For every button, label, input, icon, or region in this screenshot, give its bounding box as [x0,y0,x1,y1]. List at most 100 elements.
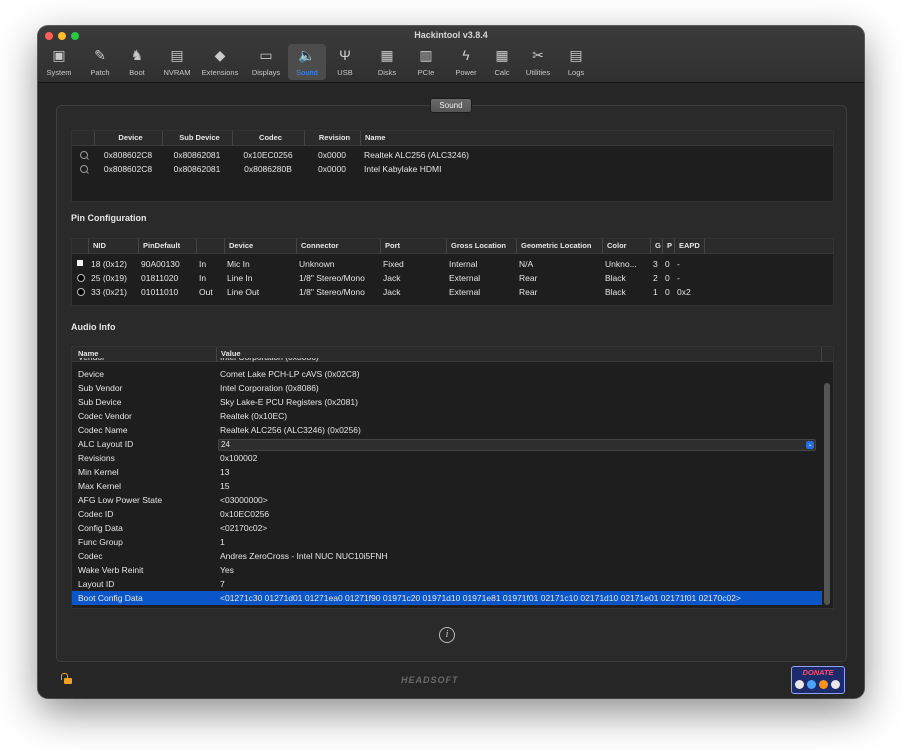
pin-cell: Unknown [299,259,335,269]
pin-header-connector[interactable]: Connector [296,239,380,253]
audio-row[interactable]: Codec Vendor Realtek (0x10EC) [72,409,822,423]
toolbar-item-extensions[interactable]: ◆ Extensions [196,44,244,80]
pin-cell: 1/8" Stereo/Mono [299,287,365,297]
audio-value-cell: Sky Lake-E PCU Registers (0x2081) [220,397,358,407]
audio-value-cell: 1 [220,537,225,547]
pin-row[interactable]: 33 (0x21) 01011010 Out Line Out 1/8" Stereo/… [72,285,833,299]
audio-info-table[interactable]: NameValue VendorIntel Corporation (0x808… [71,346,834,609]
info-icon[interactable]: i [439,627,455,643]
toolbar-item-label: Extensions [201,68,239,77]
audio-row[interactable]: Codec ID 0x10EC0256 [72,507,822,521]
toolbar-item-calc[interactable]: ▦ Calc [489,44,515,80]
pin-header-direction[interactable] [196,239,224,253]
main-content: Device Sub Device Codec Revision Name 0x8086… [38,83,864,698]
pin-header-p[interactable]: P [662,239,674,253]
pin-configuration-title: Pin Configuration [71,213,147,223]
pin-header-pindefault[interactable]: PinDefault [138,239,196,253]
pin-header-color[interactable]: Color [602,239,650,253]
toolbar-item-usb[interactable]: Ψ USB [330,44,360,80]
pin-cell: Rear [519,287,538,297]
title-bar: Hackintool v3.8.4 ▣ System ✎ Patch ♞ Boot ▤ NVR… [38,26,864,83]
alc-layout-id-select[interactable]: 24 ⌄ [218,439,816,451]
codec-row[interactable]: 0x808602C8 0x80862081 0x10EC0256 0x0000 Real… [72,148,833,162]
audio-name-cell: Codec ID [78,509,114,519]
toolbar-item-system[interactable]: ▣ System [40,44,78,80]
audio-value-cell: Intel Corporation (0x8086) [220,383,319,393]
toolbar-item-label: NVRAM [163,68,191,77]
toolbar-item-disks[interactable]: ▦ Disks [370,44,404,80]
toolbar-item-label: System [46,68,72,77]
audio-row[interactable]: Revisions 0x100002 [72,451,822,465]
audio-row[interactable]: ALC Layout ID 24 ⌄ [72,437,822,451]
paypal-icon [795,680,804,689]
pin-header-gross-location[interactable]: Gross Location [446,239,516,253]
lock-icon[interactable] [61,673,72,684]
codec-header-name[interactable]: Name [360,131,833,145]
pin-header-g[interactable]: G [650,239,662,253]
audio-name-cell: Config Data [78,523,123,533]
pin-header-port[interactable]: Port [380,239,446,253]
pin-configuration-table[interactable]: NID PinDefault Device Connector Port Gross Lo… [71,238,834,306]
audio-value-cell: 13 [220,467,230,477]
codec-table[interactable]: Device Sub Device Codec Revision Name 0x8086… [71,130,834,202]
audio-row[interactable]: Device Comet Lake PCH-LP cAVS (0x02C8) [72,367,822,381]
audio-row[interactable]: Layout ID 7 [72,577,822,591]
audio-value-cell: Realtek ALC256 (ALC3246) (0x0256) [220,425,361,435]
audio-value-cell: <03000000> [220,495,268,505]
audio-row[interactable]: Min Kernel 13 [72,465,822,479]
toolbar: ▣ System ✎ Patch ♞ Boot ▤ NVRAM ◆ Extensions ▭ Disp… [38,44,864,80]
pin-row[interactable]: 18 (0x12) 90A00130 In Mic In Unknown Fixed Int… [72,257,833,271]
codec-row[interactable]: 0x808602C8 0x80862081 0x8086280B 0x0000 Inte… [72,162,833,176]
pin-header-nid[interactable]: NID [88,239,138,253]
audio-name-cell: AFG Low Power State [78,495,163,505]
toolbar-item-nvram[interactable]: ▤ NVRAM [157,44,197,80]
donate-button[interactable]: DONATE [791,666,845,694]
audio-row[interactable]: AFG Low Power State <03000000> [72,493,822,507]
toolbar-item-boot[interactable]: ♞ Boot [122,44,152,80]
toolbar-item-sound[interactable]: 🔈 Sound [288,44,326,80]
audio-row[interactable]: Func Group 1 [72,535,822,549]
toolbar-item-patch[interactable]: ✎ Patch [82,44,118,80]
pin-header-filler [704,239,833,253]
audio-table-scrollbar[interactable] [824,383,830,605]
codec-header-sub-device[interactable]: Sub Device [162,131,232,145]
audio-row[interactable]: Codec Andres ZeroCross - Intel NUC NUC10i… [72,549,822,563]
codec-header-device[interactable]: Device [94,131,162,145]
toolbar-item-utilities[interactable]: ✂ Utilities [518,44,558,80]
audio-row[interactable]: Max Kernel 15 [72,479,822,493]
toolbar-item-label: Displays [251,68,281,77]
pin-header-spacer [72,239,88,253]
audio-row[interactable]: Vendor Intel Corporation (0x8086) [72,358,833,366]
audio-row[interactable]: Wake Verb Reinit Yes [72,563,822,577]
audio-row[interactable]: Sub Vendor Intel Corporation (0x8086) [72,381,822,395]
disk-icon: ▦ [380,46,394,63]
pin-cell: External [449,287,481,297]
magnifier-icon[interactable] [80,165,88,173]
audio-value-cell: Realtek (0x10EC) [220,411,288,421]
chevron-down-icon[interactable]: ⌄ [806,441,814,449]
sound-group-box: Device Sub Device Codec Revision Name 0x8086… [56,105,847,662]
pin-cell: 01011010 [141,287,179,297]
audio-row[interactable]: Codec Name Realtek ALC256 (ALC3246) (0x02… [72,423,822,437]
toolbar-item-logs[interactable]: ▤ Logs [563,44,589,80]
toolbar-item-label: Sound [296,68,318,77]
toolbar-item-label: Patch [90,68,110,77]
audio-row[interactable]: Config Data <02170c02> [72,521,822,535]
magnifier-icon[interactable] [80,151,88,159]
codec-cell: 0x80862081 [173,164,221,174]
audio-row[interactable]: Boot Config Data <01271c30 01271d01 01271… [72,591,822,605]
toolbar-item-pcie[interactable]: ▥ PCIe [410,44,442,80]
pin-cell: 25 (0x19) [91,273,127,283]
pin-header-eapd[interactable]: EAPD [674,239,704,253]
patreon-icon [831,680,840,689]
speaker-icon: 🔈 [298,46,316,63]
toolbar-item-displays[interactable]: ▭ Displays [247,44,285,80]
pin-header-geometric-location[interactable]: Geometric Location [516,239,602,253]
toolbar-item-power[interactable]: ϟ Power [448,44,484,80]
pin-row[interactable]: 25 (0x19) 01811020 In Line In 1/8" Stereo/Mo… [72,271,833,285]
pin-header-device[interactable]: Device [224,239,296,253]
codec-header-codec[interactable]: Codec [232,131,304,145]
calculator-icon: ▦ [495,46,509,63]
codec-header-revision[interactable]: Revision [304,131,360,145]
audio-row[interactable]: Sub Device Sky Lake-E PCU Registers (0x20… [72,395,822,409]
